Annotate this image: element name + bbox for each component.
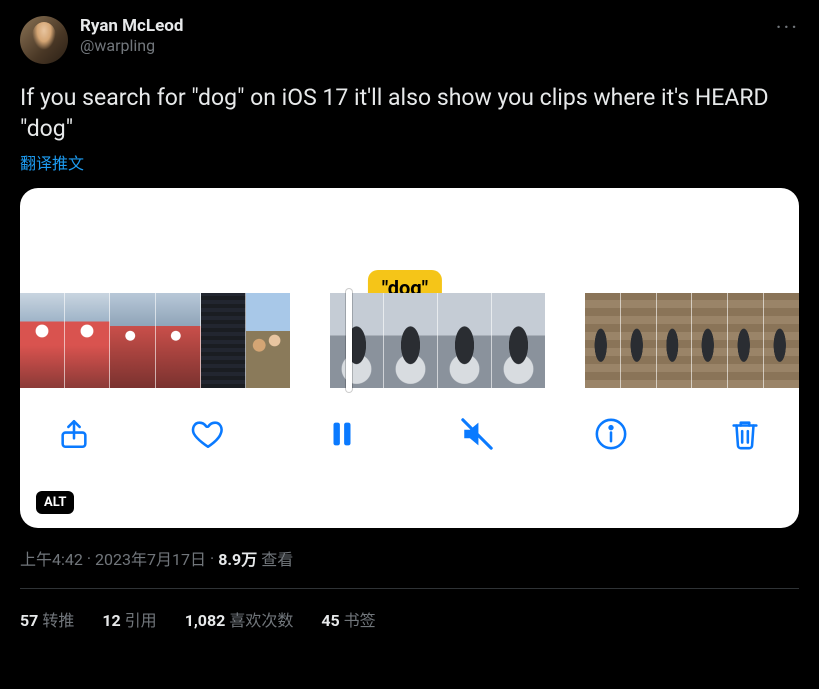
timeline-frame bbox=[728, 293, 764, 388]
tweet-meta: 上午4:42 · 2023年7月17日 · 8.9万 查看 bbox=[20, 546, 799, 570]
trash-icon[interactable] bbox=[727, 416, 763, 452]
playhead[interactable] bbox=[346, 289, 352, 392]
stat-likes[interactable]: 1,082 喜欢次数 bbox=[185, 607, 294, 631]
stat-quotes[interactable]: 12 引用 bbox=[102, 607, 156, 631]
more-icon[interactable]: ··· bbox=[776, 16, 799, 41]
stat-bookmarks[interactable]: 45 书签 bbox=[321, 607, 375, 631]
share-icon[interactable] bbox=[56, 416, 92, 452]
stat-count: 57 bbox=[20, 611, 38, 630]
tweet: Ryan McLeod @warpling ··· If you search … bbox=[0, 0, 819, 631]
info-icon[interactable] bbox=[593, 416, 629, 452]
tweet-date[interactable]: 2023年7月17日 bbox=[95, 546, 206, 570]
stat-label: 书签 bbox=[344, 611, 376, 630]
timeline-frame bbox=[764, 293, 799, 388]
timeline-frame bbox=[621, 293, 657, 388]
heart-icon[interactable] bbox=[190, 416, 226, 452]
timeline-frame bbox=[657, 293, 693, 388]
timeline-frame bbox=[438, 293, 492, 388]
timeline-frame bbox=[330, 293, 384, 388]
views-label: 查看 bbox=[261, 546, 293, 570]
user-names[interactable]: Ryan McLeod @warpling bbox=[80, 16, 799, 55]
stat-label: 引用 bbox=[125, 611, 157, 630]
tweet-stats: 57 转推 12 引用 1,082 喜欢次数 45 书签 bbox=[20, 589, 799, 631]
stat-count: 1,082 bbox=[185, 611, 226, 630]
media-toolbar bbox=[20, 388, 799, 480]
timeline-frame bbox=[384, 293, 438, 388]
tweet-body: If you search for "dog" on iOS 17 it'll … bbox=[20, 82, 799, 144]
timeline-frame bbox=[110, 293, 155, 388]
tweet-time[interactable]: 上午4:42 bbox=[20, 546, 83, 570]
timeline-frame bbox=[246, 293, 290, 388]
meta-dot: · bbox=[210, 549, 214, 568]
timeline-frame bbox=[156, 293, 201, 388]
timeline-frame bbox=[492, 293, 545, 388]
mute-icon[interactable] bbox=[459, 416, 495, 452]
stat-label: 喜欢次数 bbox=[229, 611, 293, 630]
clip-group[interactable] bbox=[20, 293, 290, 388]
clip-group[interactable] bbox=[585, 293, 799, 388]
stat-count: 45 bbox=[321, 611, 339, 630]
timeline-frame bbox=[20, 293, 65, 388]
avatar[interactable] bbox=[20, 16, 68, 64]
views-count: 8.9万 bbox=[218, 546, 257, 570]
timeline-frame bbox=[65, 293, 110, 388]
clip-group[interactable] bbox=[330, 293, 545, 388]
alt-badge[interactable]: ALT bbox=[36, 491, 74, 514]
meta-dot: · bbox=[87, 549, 91, 568]
video-timeline[interactable] bbox=[20, 293, 799, 388]
user-handle: @warpling bbox=[80, 36, 799, 55]
timeline-frame bbox=[692, 293, 728, 388]
stat-retweets[interactable]: 57 转推 bbox=[20, 607, 74, 631]
media-attachment[interactable]: "dog" bbox=[20, 188, 799, 528]
timeline-frame bbox=[201, 293, 246, 388]
display-name: Ryan McLeod bbox=[80, 16, 799, 36]
stat-label: 转推 bbox=[42, 611, 74, 630]
pause-icon[interactable] bbox=[324, 416, 360, 452]
stat-count: 12 bbox=[102, 611, 120, 630]
translate-link[interactable]: 翻译推文 bbox=[20, 150, 799, 174]
timeline-frame bbox=[585, 293, 621, 388]
tweet-header: Ryan McLeod @warpling ··· bbox=[20, 16, 799, 64]
